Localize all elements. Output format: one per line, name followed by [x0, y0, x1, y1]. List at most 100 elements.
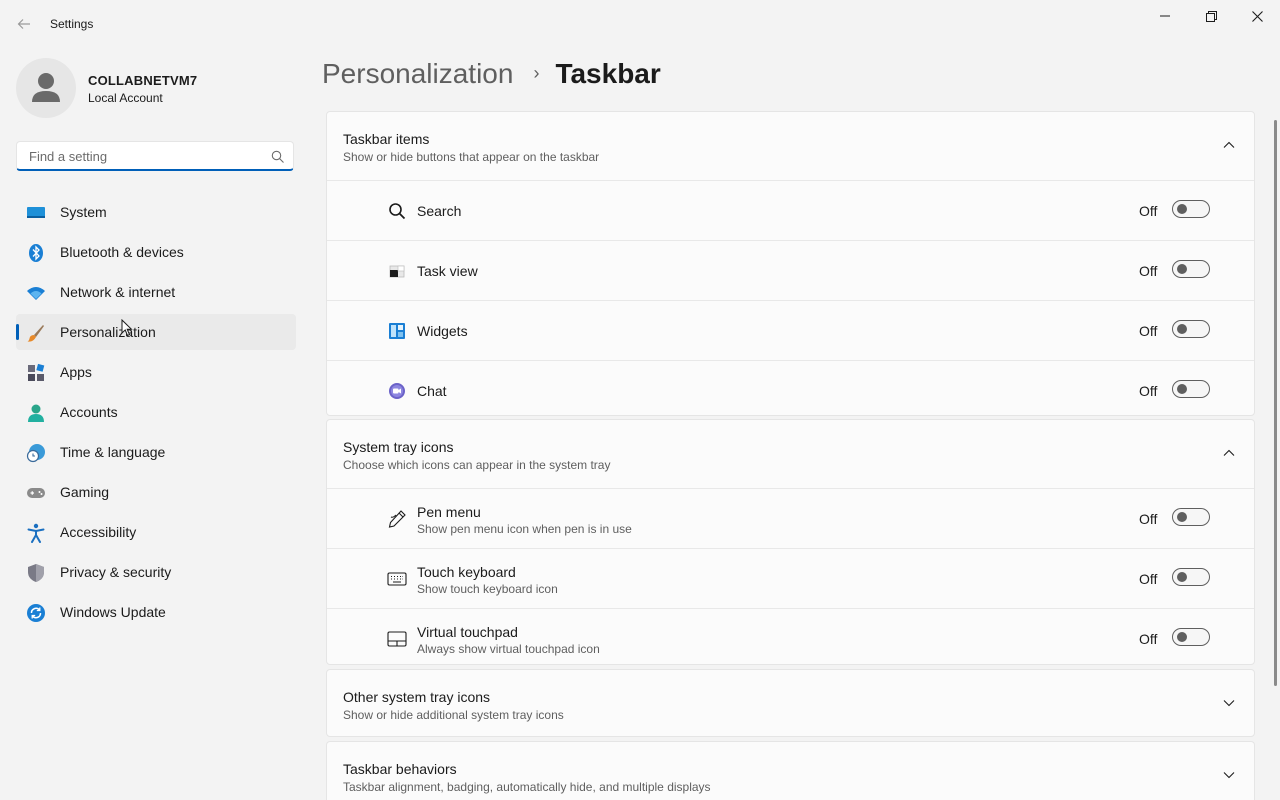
minimize-button[interactable]	[1142, 0, 1188, 32]
toggle-knob	[1177, 512, 1187, 522]
close-button[interactable]	[1234, 0, 1280, 32]
touch-keyboard-toggle[interactable]	[1172, 568, 1210, 586]
scrollbar-thumb[interactable]	[1274, 120, 1277, 686]
update-icon	[26, 603, 46, 623]
search-icon	[387, 201, 407, 221]
sidebar-item-accounts[interactable]: Accounts	[16, 394, 296, 430]
sidebar-item-label: System	[60, 204, 107, 220]
toggle-knob	[1177, 384, 1187, 394]
sidebar-item-windows-update[interactable]: Windows Update	[16, 594, 296, 630]
system-tray-header[interactable]: System tray icons Choose which icons can…	[327, 420, 1254, 488]
other-tray-header[interactable]: Other system tray icons Show or hide add…	[327, 670, 1254, 736]
apps-icon	[26, 363, 46, 383]
toggle-knob	[1177, 632, 1187, 642]
breadcrumb-separator: ›	[533, 63, 540, 83]
account-type: Local Account	[88, 91, 163, 105]
widgets-toggle[interactable]	[1172, 320, 1210, 338]
title-bar: Settings	[0, 0, 1280, 48]
sidebar-item-gaming[interactable]: Gaming	[16, 474, 296, 510]
sidebar-nav: System Bluetooth & devices Network & int…	[16, 194, 296, 634]
toggle-state: Off	[1139, 383, 1158, 399]
system-monitor-icon	[26, 203, 46, 223]
sidebar-item-label: Bluetooth & devices	[60, 244, 184, 260]
search-icon[interactable]	[271, 150, 285, 164]
setting-label: Pen menu	[417, 504, 481, 520]
sidebar-item-time-language[interactable]: Time & language	[16, 434, 296, 470]
close-icon	[1251, 10, 1263, 22]
other-tray-card[interactable]: Other system tray icons Show or hide add…	[326, 669, 1255, 737]
toggle-knob	[1177, 204, 1187, 214]
search-input[interactable]	[27, 148, 261, 165]
toggle-knob	[1177, 572, 1187, 582]
sidebar-item-label: Gaming	[60, 484, 110, 500]
sidebar-item-personalization[interactable]: Personalization	[16, 314, 296, 350]
sidebar-item-privacy[interactable]: Privacy & security	[16, 554, 296, 590]
globe-clock-icon	[26, 443, 46, 463]
toggle-knob	[1177, 324, 1187, 334]
setting-row-task-view: Task view Off	[327, 240, 1254, 300]
section-title: Other system tray icons	[343, 689, 491, 705]
pen-menu-toggle[interactable]	[1172, 508, 1210, 526]
keyboard-icon	[387, 569, 407, 589]
toggle-state: Off	[1139, 511, 1158, 527]
setting-label: Touch keyboard	[417, 564, 516, 580]
setting-description: Always show virtual touchpad icon	[417, 642, 600, 656]
behaviors-card[interactable]: Taskbar behaviors Taskbar alignment, bad…	[326, 741, 1255, 800]
mouse-cursor-icon	[121, 319, 133, 337]
minimize-icon	[1160, 15, 1170, 17]
toggle-state: Off	[1139, 203, 1158, 219]
bluetooth-icon	[26, 243, 46, 263]
user-avatar-icon	[32, 73, 60, 102]
chat-icon	[387, 381, 407, 401]
chevron-down-icon[interactable]	[1222, 696, 1236, 710]
system-tray-card: System tray icons Choose which icons can…	[326, 419, 1255, 665]
setting-row-chat: Chat Off	[327, 360, 1254, 415]
setting-description: Show touch keyboard icon	[417, 582, 558, 596]
toggle-state: Off	[1139, 571, 1158, 587]
wifi-icon	[26, 283, 46, 303]
toggle-state: Off	[1139, 263, 1158, 279]
task-view-toggle[interactable]	[1172, 260, 1210, 278]
chat-toggle[interactable]	[1172, 380, 1210, 398]
sidebar-item-bluetooth[interactable]: Bluetooth & devices	[16, 234, 296, 270]
shield-icon	[26, 563, 46, 583]
sidebar-item-apps[interactable]: Apps	[16, 354, 296, 390]
setting-row-touch-keyboard: Touch keyboard Show touch keyboard icon …	[327, 548, 1254, 608]
chevron-up-icon[interactable]	[1222, 446, 1236, 460]
setting-label: Virtual touchpad	[417, 624, 518, 640]
sidebar-item-accessibility[interactable]: Accessibility	[16, 514, 296, 550]
behaviors-header[interactable]: Taskbar behaviors Taskbar alignment, bad…	[327, 742, 1254, 800]
search-box[interactable]	[16, 141, 294, 171]
setting-label: Chat	[417, 383, 447, 399]
gamepad-icon	[26, 483, 46, 503]
breadcrumb-parent[interactable]: Personalization	[322, 58, 513, 89]
sidebar-item-network[interactable]: Network & internet	[16, 274, 296, 310]
account-name: COLLABNETVM7	[88, 73, 198, 88]
task-view-icon	[387, 261, 407, 281]
accounts-icon	[26, 403, 46, 423]
sidebar-item-system[interactable]: System	[16, 194, 296, 230]
taskbar-items-header[interactable]: Taskbar items Show or hide buttons that …	[327, 112, 1254, 180]
back-button[interactable]	[12, 12, 36, 36]
avatar[interactable]	[16, 58, 76, 118]
section-title: System tray icons	[343, 439, 454, 455]
toggle-state: Off	[1139, 631, 1158, 647]
pen-icon	[387, 509, 407, 529]
toggle-state: Off	[1139, 323, 1158, 339]
setting-row-widgets: Widgets Off	[327, 300, 1254, 360]
setting-label: Task view	[417, 263, 478, 279]
sidebar-item-label: Accessibility	[60, 524, 137, 540]
page-title: Taskbar	[555, 58, 661, 89]
chevron-down-icon[interactable]	[1222, 768, 1236, 782]
chevron-up-icon[interactable]	[1222, 138, 1236, 152]
setting-row-virtual-touchpad: Virtual touchpad Always show virtual tou…	[327, 608, 1254, 664]
section-title: Taskbar items	[343, 131, 430, 147]
sidebar-item-label: Time & language	[60, 444, 166, 460]
widgets-icon	[387, 321, 407, 341]
sidebar-item-label: Privacy & security	[60, 564, 172, 580]
restore-button[interactable]	[1188, 0, 1234, 32]
breadcrumb: Personalization › Taskbar	[322, 58, 661, 90]
virtual-touchpad-toggle[interactable]	[1172, 628, 1210, 646]
setting-label: Widgets	[417, 323, 468, 339]
search-toggle[interactable]	[1172, 200, 1210, 218]
